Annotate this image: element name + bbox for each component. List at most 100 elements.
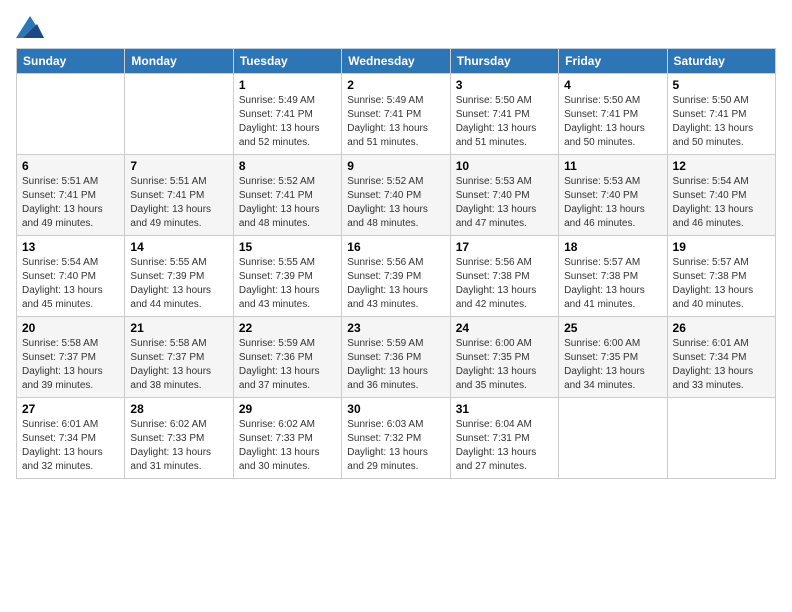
day-number: 1	[239, 78, 336, 92]
day-content: Sunrise: 5:59 AM Sunset: 7:36 PM Dayligh…	[239, 337, 336, 393]
day-number: 3	[456, 78, 553, 92]
weekday-header: Wednesday	[342, 49, 450, 74]
day-number: 11	[564, 159, 661, 173]
calendar-cell: 9Sunrise: 5:52 AM Sunset: 7:40 PM Daylig…	[342, 155, 450, 236]
day-content: Sunrise: 6:01 AM Sunset: 7:34 PM Dayligh…	[673, 337, 770, 393]
day-number: 8	[239, 159, 336, 173]
day-content: Sunrise: 6:00 AM Sunset: 7:35 PM Dayligh…	[456, 337, 553, 393]
day-content: Sunrise: 5:49 AM Sunset: 7:41 PM Dayligh…	[347, 94, 444, 150]
calendar-cell	[559, 398, 667, 479]
calendar-cell: 4Sunrise: 5:50 AM Sunset: 7:41 PM Daylig…	[559, 74, 667, 155]
calendar-cell: 12 Sunrise: 5:54 AM Sunset: 7:40 PM Dayli…	[667, 155, 775, 236]
day-content: Sunrise: 5:50 AM Sunset: 7:41 PM Dayligh…	[564, 94, 661, 150]
day-content: Sunrise: 6:02 AM Sunset: 7:33 PM Dayligh…	[239, 418, 336, 474]
day-content: Sunrise: 5:51 AM Sunset: 7:41 PM Dayligh…	[130, 175, 227, 231]
day-content: Sunrise: 6:01 AM Sunset: 7:34 PM Dayligh…	[22, 418, 119, 474]
calendar-cell: 23Sunrise: 5:59 AM Sunset: 7:36 PM Dayli…	[342, 317, 450, 398]
calendar-cell: 27 Sunrise: 6:01 AM Sunset: 7:34 PM Dayli…	[17, 398, 125, 479]
weekday-header: Friday	[559, 49, 667, 74]
logo-icon	[16, 16, 44, 38]
calendar-cell: 1 Sunrise: 5:49 AM Sunset: 7:41 PM Daylig…	[233, 74, 341, 155]
weekday-header: Saturday	[667, 49, 775, 74]
day-number: 2	[347, 78, 444, 92]
day-number: 22	[239, 321, 336, 335]
day-content: Sunrise: 6:00 AM Sunset: 7:35 PM Dayligh…	[564, 337, 661, 393]
day-number: 15	[239, 240, 336, 254]
day-number: 28	[130, 402, 227, 416]
weekday-header: Tuesday	[233, 49, 341, 74]
calendar-week-row: 27 Sunrise: 6:01 AM Sunset: 7:34 PM Dayli…	[17, 398, 776, 479]
day-content: Sunrise: 6:04 AM Sunset: 7:31 PM Dayligh…	[456, 418, 553, 474]
calendar-cell: 20Sunrise: 5:58 AM Sunset: 7:37 PM Dayli…	[17, 317, 125, 398]
day-number: 20	[22, 321, 119, 335]
day-number: 27	[22, 402, 119, 416]
calendar-cell: 19Sunrise: 5:57 AM Sunset: 7:38 PM Dayli…	[667, 236, 775, 317]
day-content: Sunrise: 5:57 AM Sunset: 7:38 PM Dayligh…	[564, 256, 661, 312]
calendar-cell: 16Sunrise: 5:56 AM Sunset: 7:39 PM Dayli…	[342, 236, 450, 317]
day-number: 10	[456, 159, 553, 173]
day-content: Sunrise: 5:55 AM Sunset: 7:39 PM Dayligh…	[239, 256, 336, 312]
calendar-body: 1 Sunrise: 5:49 AM Sunset: 7:41 PM Daylig…	[17, 74, 776, 479]
day-content: Sunrise: 5:54 AM Sunset: 7:40 PM Dayligh…	[673, 175, 770, 231]
day-content: Sunrise: 5:49 AM Sunset: 7:41 PM Dayligh…	[239, 94, 336, 150]
weekday-header: Monday	[125, 49, 233, 74]
calendar-cell: 17 Sunrise: 5:56 AM Sunset: 7:38 PM Dayli…	[450, 236, 558, 317]
calendar-week-row: 1 Sunrise: 5:49 AM Sunset: 7:41 PM Daylig…	[17, 74, 776, 155]
day-number: 6	[22, 159, 119, 173]
day-content: Sunrise: 6:02 AM Sunset: 7:33 PM Dayligh…	[130, 418, 227, 474]
day-content: Sunrise: 5:54 AM Sunset: 7:40 PM Dayligh…	[22, 256, 119, 312]
calendar-week-row: 13Sunrise: 5:54 AM Sunset: 7:40 PM Dayli…	[17, 236, 776, 317]
calendar-cell	[125, 74, 233, 155]
day-number: 31	[456, 402, 553, 416]
calendar-cell: 8 Sunrise: 5:52 AM Sunset: 7:41 PM Daylig…	[233, 155, 341, 236]
day-content: Sunrise: 5:53 AM Sunset: 7:40 PM Dayligh…	[456, 175, 553, 231]
day-content: Sunrise: 5:52 AM Sunset: 7:41 PM Dayligh…	[239, 175, 336, 231]
day-number: 7	[130, 159, 227, 173]
calendar-week-row: 6 Sunrise: 5:51 AM Sunset: 7:41 PM Daylig…	[17, 155, 776, 236]
calendar-cell: 3Sunrise: 5:50 AM Sunset: 7:41 PM Daylig…	[450, 74, 558, 155]
day-content: Sunrise: 6:03 AM Sunset: 7:32 PM Dayligh…	[347, 418, 444, 474]
calendar-cell	[667, 398, 775, 479]
calendar-cell: 14Sunrise: 5:55 AM Sunset: 7:39 PM Dayli…	[125, 236, 233, 317]
page-header	[16, 16, 776, 38]
calendar-week-row: 20 Sunrise: 5:58 AM Sunset: 7:37 PM Dayli…	[17, 317, 776, 398]
calendar-cell: 25 Sunrise: 6:00 AM Sunset: 7:35 PM Dayli…	[559, 317, 667, 398]
day-content: Sunrise: 5:56 AM Sunset: 7:38 PM Dayligh…	[456, 256, 553, 312]
calendar-cell: 31 Sunrise: 6:04 AM Sunset: 7:31 PM Dayli…	[450, 398, 558, 479]
day-content: Sunrise: 5:58 AM Sunset: 7:37 PM Dayligh…	[130, 337, 227, 393]
day-number: 30	[347, 402, 444, 416]
day-content: Sunrise: 5:55 AM Sunset: 7:39 PM Dayligh…	[130, 256, 227, 312]
day-number: 25	[564, 321, 661, 335]
day-number: 18	[564, 240, 661, 254]
day-content: Sunrise: 5:53 AM Sunset: 7:40 PM Dayligh…	[564, 175, 661, 231]
calendar-cell: 6 Sunrise: 5:51 AM Sunset: 7:41 PM Daylig…	[17, 155, 125, 236]
calendar-cell: 18 Sunrise: 5:57 AM Sunset: 7:38 PM Dayli…	[559, 236, 667, 317]
calendar-cell: 7 Sunrise: 5:51 AM Sunset: 7:41 PM Daylig…	[125, 155, 233, 236]
day-number: 24	[456, 321, 553, 335]
calendar-table: SundayMondayTuesdayWednesdayThursdayFrid…	[16, 48, 776, 479]
day-number: 12	[673, 159, 770, 173]
day-number: 21	[130, 321, 227, 335]
weekday-row: SundayMondayTuesdayWednesdayThursdayFrid…	[17, 49, 776, 74]
day-number: 26	[673, 321, 770, 335]
calendar-cell: 5 Sunrise: 5:50 AM Sunset: 7:41 PM Daylig…	[667, 74, 775, 155]
calendar-cell: 30 Sunrise: 6:03 AM Sunset: 7:32 PM Dayli…	[342, 398, 450, 479]
weekday-header: Sunday	[17, 49, 125, 74]
calendar-cell: 15 Sunrise: 5:55 AM Sunset: 7:39 PM Dayli…	[233, 236, 341, 317]
day-number: 29	[239, 402, 336, 416]
calendar-cell: 24 Sunrise: 6:00 AM Sunset: 7:35 PM Dayli…	[450, 317, 558, 398]
calendar-cell	[17, 74, 125, 155]
day-content: Sunrise: 5:52 AM Sunset: 7:40 PM Dayligh…	[347, 175, 444, 231]
day-content: Sunrise: 5:51 AM Sunset: 7:41 PM Dayligh…	[22, 175, 119, 231]
calendar-cell: 21 Sunrise: 5:58 AM Sunset: 7:37 PM Dayli…	[125, 317, 233, 398]
day-number: 17	[456, 240, 553, 254]
calendar-cell: 28 Sunrise: 6:02 AM Sunset: 7:33 PM Dayli…	[125, 398, 233, 479]
day-number: 23	[347, 321, 444, 335]
calendar-cell: 22 Sunrise: 5:59 AM Sunset: 7:36 PM Dayli…	[233, 317, 341, 398]
day-content: Sunrise: 5:50 AM Sunset: 7:41 PM Dayligh…	[673, 94, 770, 150]
logo	[16, 16, 48, 38]
calendar-cell: 2 Sunrise: 5:49 AM Sunset: 7:41 PM Daylig…	[342, 74, 450, 155]
day-content: Sunrise: 5:56 AM Sunset: 7:39 PM Dayligh…	[347, 256, 444, 312]
calendar-cell: 10 Sunrise: 5:53 AM Sunset: 7:40 PM Dayli…	[450, 155, 558, 236]
day-number: 5	[673, 78, 770, 92]
